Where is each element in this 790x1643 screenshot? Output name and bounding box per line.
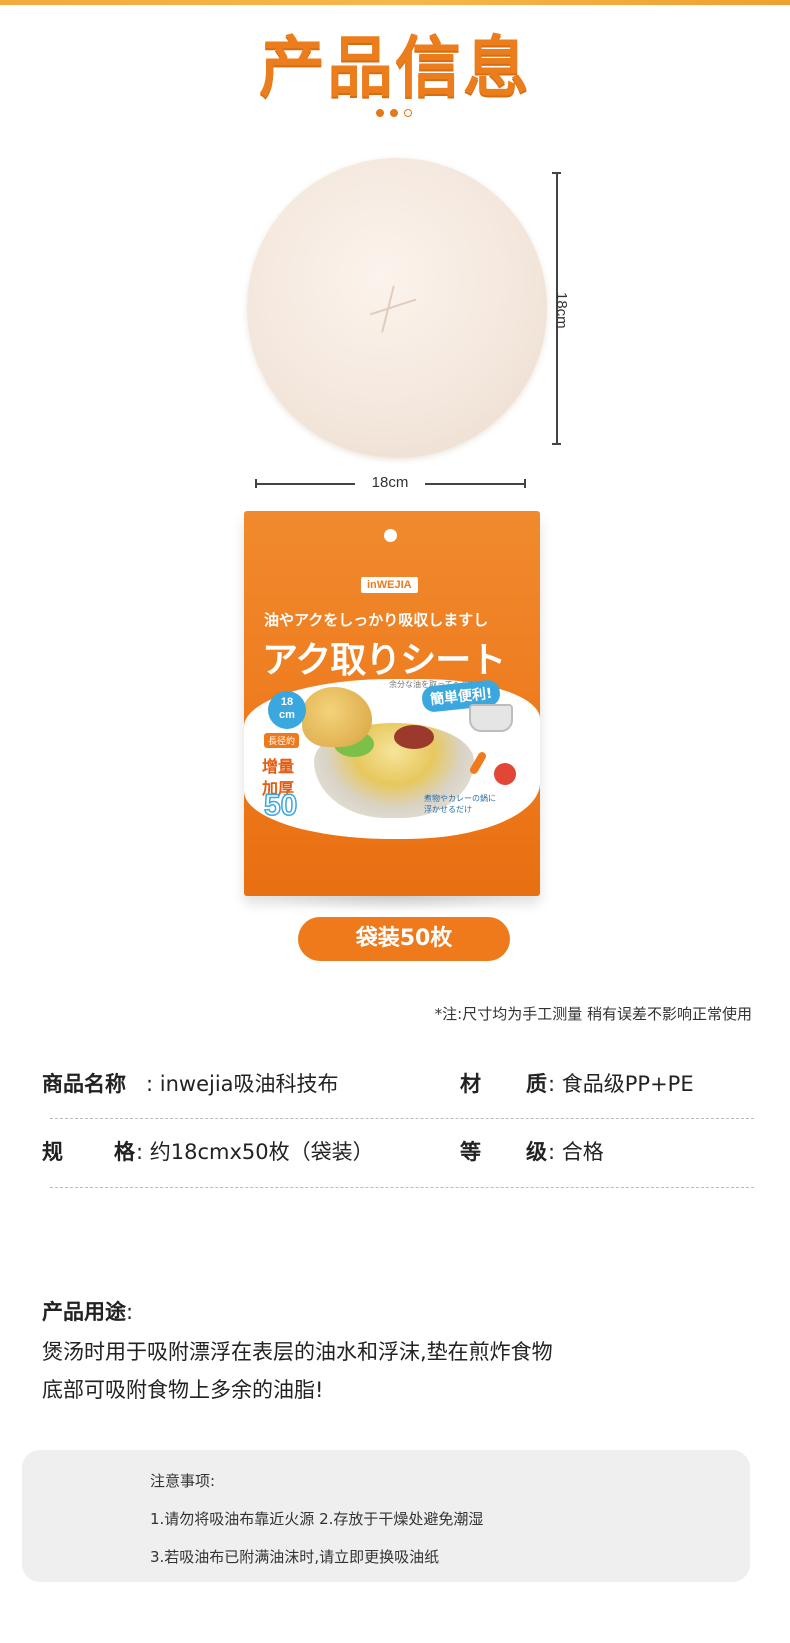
height-dimension-cap [552,172,561,174]
package-count-unit: 枚入 [308,810,327,820]
spec-row: 规 格 : 约18cmx50枚（袋装） 等 级 : 合格 [42,1136,754,1176]
width-dimension-cap [255,479,257,488]
divider [50,1118,754,1119]
hang-hole [384,529,397,542]
package-note: 煮物やカレーの鍋に 浮かせるだけ [424,793,516,815]
usage-title: 产品用途: [42,1296,133,1326]
usage-line-1: 煲汤时用于吸附漂浮在表层的油水和浮沫,垫在煎炸食物 [42,1340,553,1364]
spec-label-a: 规 [42,1140,63,1164]
width-dimension-cap [524,479,526,488]
dot-filled [376,109,384,117]
width-dimension-line [425,483,525,485]
package-subtitle: 油やアクをしっかり吸収しますし [264,611,489,629]
width-dimension-label: 18cm [371,474,409,491]
dot-filled [390,109,398,117]
size-badge: 18 cm [268,691,306,729]
tomato-icon [494,763,516,785]
caution-line-2: 3.若吸油布已附满油沫时,请立即更换吸油纸 [150,1548,440,1566]
grade-value: : 合格 [548,1140,604,1164]
pot-icon [469,704,513,732]
spec-label-b: 格 [114,1140,135,1164]
usage-title-text: 产品用途 [42,1300,126,1324]
section-dots [376,109,412,117]
dot-hollow [404,109,412,117]
spec-row: 商品名称 : inwejia吸油科技布 材 质 : 食品级PP+PE [42,1068,754,1108]
material-value: : 食品级PP+PE [548,1072,694,1096]
product-package-image: inWEJIA 油やアクをしっかり吸収しますし アク取りシート 余分な油を取って… [244,511,540,896]
package-count: 50 [263,788,298,823]
package-brand-logo: inWEJIA [361,577,418,593]
package-note-line1: 煮物やカレーの鍋に [424,794,496,803]
usage-title-colon: : [126,1300,134,1324]
grade-label-b: 级 [526,1140,547,1164]
package-main-title: アク取りシート [262,640,506,681]
caution-box: 注意事项: 1.请勿将吸油布靠近火源 2.存放于干燥处避免潮湿 3.若吸油布已附… [22,1450,750,1582]
caution-title: 注意事项: [150,1472,216,1490]
product-name-label: 商品名称 [42,1072,126,1096]
usage-line-2: 底部可吸附食物上多余的油脂! [42,1378,324,1402]
size-badge-unit: cm [279,709,295,721]
pack-size-pill: 袋装50枚 [298,917,510,961]
thickened-line1: 增量 [262,757,295,776]
package-shadow [260,896,524,912]
material-label-b: 质 [526,1072,547,1096]
product-pad-image [247,158,547,458]
divider [50,1187,754,1188]
height-dimension-cap [552,443,561,445]
width-dimension-line [255,483,355,485]
meat-illustration [394,725,434,749]
material-label-a: 材 [460,1072,481,1096]
spec-value: : 约18cmx50枚（袋装） [136,1140,374,1164]
package-note-line2: 浮かせるだけ [424,805,472,814]
top-accent-bar [0,0,790,5]
pad-slit [369,298,417,316]
caution-line-1: 1.请勿将吸油布靠近火源 2.存放于干燥处避免潮湿 [150,1510,484,1528]
measurement-note: *注:尺寸均为手工测量 稍有误差不影响正常使用 [434,1005,752,1023]
page-title: 产品信息 [259,29,531,106]
diameter-label: 長径約 [264,733,300,748]
height-dimension-label: 18cm [553,292,570,329]
product-name-value: : inwejia吸油科技布 [146,1072,339,1096]
size-badge-number: 18 [280,696,294,708]
grade-label-a: 等 [460,1140,481,1164]
